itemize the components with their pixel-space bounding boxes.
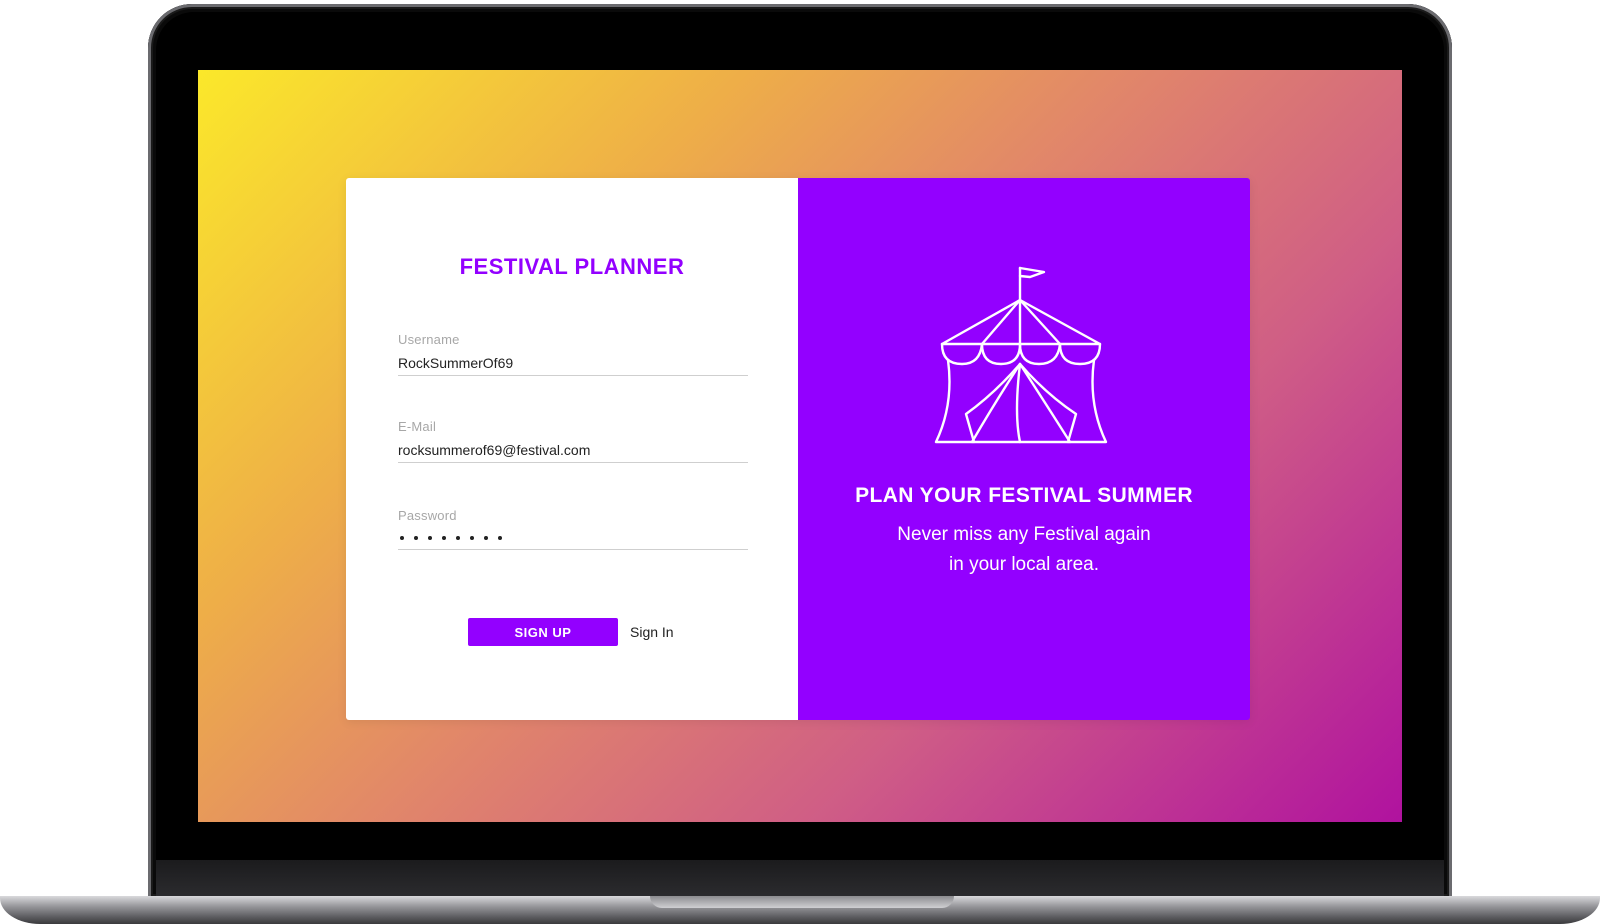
password-label: Password (398, 508, 457, 523)
laptop-mockup: FESTIVAL PLANNER Username E-Mail Passwor… (0, 0, 1600, 924)
laptop-notch (650, 896, 954, 908)
password-field: Password (398, 508, 748, 550)
password-dot (442, 536, 446, 540)
promo-subtitle-line-1: Never miss any Festival again (897, 524, 1151, 545)
username-label: Username (398, 332, 460, 347)
signin-link[interactable]: Sign In (630, 624, 674, 640)
screen: FESTIVAL PLANNER Username E-Mail Passwor… (198, 70, 1402, 822)
circus-tent-icon (934, 266, 1108, 444)
app-title: FESTIVAL PLANNER (459, 254, 685, 279)
promo-panel: PLAN YOUR FESTIVAL SUMMER Never miss any… (798, 178, 1250, 720)
password-dot (414, 536, 418, 540)
username-input[interactable] (398, 355, 748, 376)
password-dot (456, 536, 460, 540)
password-dot (498, 536, 502, 540)
email-field: E-Mail (398, 419, 748, 463)
username-field: Username (398, 332, 748, 376)
password-dot (400, 536, 404, 540)
promo-subtitle: Never miss any Festival again in your lo… (798, 520, 1250, 580)
password-dot (470, 536, 474, 540)
promo-subtitle-line-2: in your local area. (949, 554, 1099, 575)
password-mask (398, 531, 748, 545)
promo-title: PLAN YOUR FESTIVAL SUMMER (855, 484, 1193, 507)
signup-button[interactable]: SIGN UP (468, 618, 618, 646)
email-label: E-Mail (398, 419, 437, 434)
email-input[interactable] (398, 442, 748, 463)
password-input[interactable] (398, 531, 748, 550)
laptop-chin (156, 860, 1444, 896)
signup-card: FESTIVAL PLANNER Username E-Mail Passwor… (346, 178, 1250, 720)
password-dot (484, 536, 488, 540)
password-dot (428, 536, 432, 540)
signup-form-panel: FESTIVAL PLANNER Username E-Mail Passwor… (346, 178, 798, 720)
